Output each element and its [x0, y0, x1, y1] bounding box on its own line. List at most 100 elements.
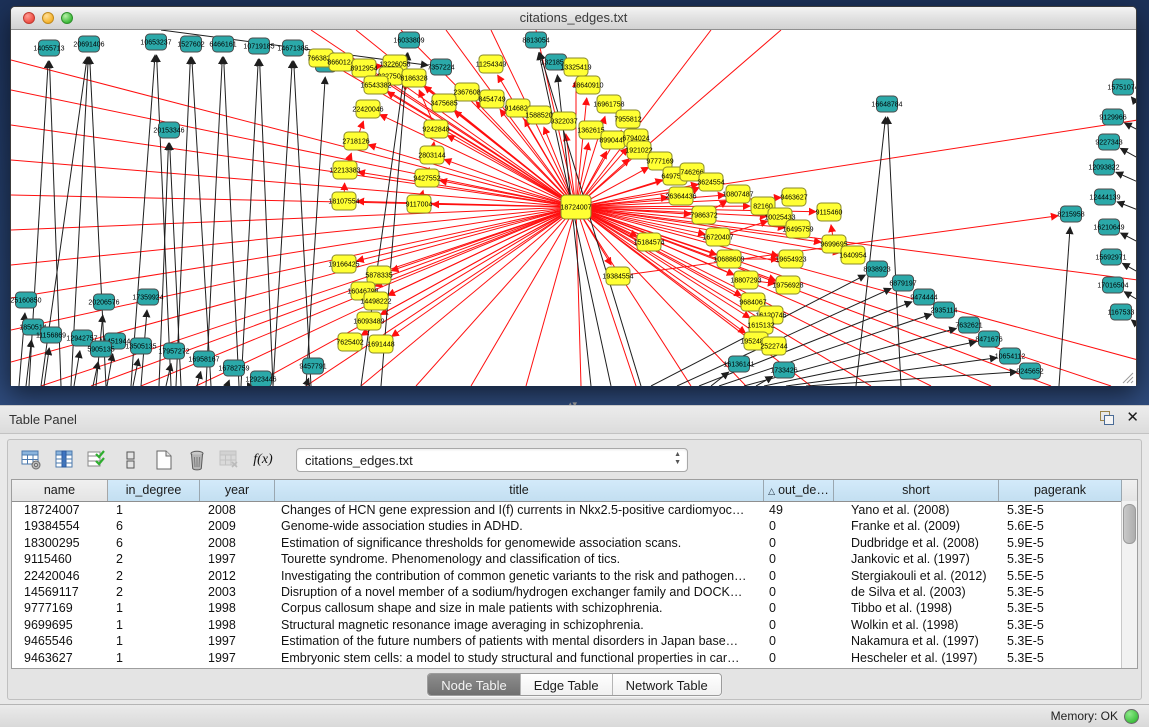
- graph-node[interactable]: 9115460: [816, 203, 843, 221]
- graph-node[interactable]: 14671385: [277, 40, 308, 56]
- table-row[interactable]: 911546021997Tourette syndrome. Phenomeno…: [12, 551, 1137, 567]
- graph-node[interactable]: 20691406: [73, 36, 104, 52]
- graph-node[interactable]: 19756928: [772, 276, 803, 294]
- table-row[interactable]: 969969511998Structural magnetic resonanc…: [12, 617, 1137, 633]
- graph-node[interactable]: 9242848: [422, 120, 449, 138]
- graph-node[interactable]: 1733426: [770, 362, 797, 378]
- graph-node[interactable]: 18807293: [730, 271, 761, 289]
- graph-node[interactable]: 1640954: [839, 246, 866, 264]
- graph-node[interactable]: 9117004: [406, 195, 433, 213]
- graph-node[interactable]: 5905135: [87, 341, 114, 357]
- graph-node[interactable]: 16495759: [782, 220, 813, 238]
- scrollbar-thumb[interactable]: [1123, 504, 1136, 544]
- row-height-icon[interactable]: [119, 449, 143, 471]
- graph-node[interactable]: 14498222: [360, 292, 391, 310]
- graph-node[interactable]: 8186328: [400, 69, 427, 87]
- memory-status-indicator[interactable]: [1124, 709, 1139, 724]
- resize-grip-icon[interactable]: [1120, 370, 1134, 384]
- graph-node[interactable]: 11254349: [476, 55, 507, 73]
- graph-node[interactable]: 8471676: [975, 331, 1002, 347]
- import-table-columns-icon[interactable]: [53, 449, 77, 471]
- graph-node[interactable]: 20153346: [153, 122, 184, 138]
- column-header-out_de[interactable]: △out_de…: [764, 480, 834, 501]
- graph-node[interactable]: 19166425: [328, 255, 359, 273]
- graph-node[interactable]: 5878335: [365, 266, 392, 284]
- graph-node[interactable]: 6879197: [889, 275, 916, 291]
- graph-node[interactable]: 12213383: [329, 161, 360, 179]
- graph-node[interactable]: 8912954: [350, 59, 377, 77]
- column-header-pagerank[interactable]: pagerank: [999, 480, 1122, 501]
- graph-node[interactable]: 18640910: [572, 76, 603, 94]
- graph-node[interactable]: 10719185: [243, 38, 274, 54]
- graph-node[interactable]: 2718126: [342, 132, 369, 150]
- delete-rows-icon[interactable]: [185, 449, 209, 471]
- graph-node[interactable]: 9129966: [1099, 109, 1126, 125]
- graph-node[interactable]: 9427552: [413, 169, 440, 187]
- graph-node[interactable]: 3624554: [697, 173, 724, 191]
- graph-node[interactable]: 19384554: [602, 267, 633, 285]
- graph-node[interactable]: 26364436: [665, 187, 696, 205]
- table-row[interactable]: 946362711997Embryonic stem cells: a mode…: [12, 650, 1137, 666]
- graph-node[interactable]: 14055713: [33, 40, 64, 56]
- graph-node[interactable]: 16720407: [702, 228, 733, 246]
- graph-node[interactable]: 2803144: [418, 146, 445, 164]
- vertical-scrollbar[interactable]: [1121, 501, 1137, 668]
- graph-node[interactable]: 7625402: [336, 333, 363, 351]
- graph-node[interactable]: 2367608: [453, 83, 480, 101]
- table-row[interactable]: 1456911722003Disruption of a novel membe…: [12, 584, 1137, 600]
- graph-node[interactable]: 16210649: [1093, 219, 1124, 235]
- graph-node[interactable]: 10688609: [713, 250, 744, 268]
- graph-node[interactable]: 6466161: [209, 36, 236, 52]
- tab-network-table[interactable]: Network Table: [612, 674, 721, 695]
- graph-node[interactable]: 18107554: [328, 192, 359, 210]
- graph-node[interactable]: 1615132: [747, 316, 774, 334]
- graph-node[interactable]: 7986372: [690, 206, 717, 224]
- graph-node[interactable]: 16543382: [360, 76, 391, 94]
- graph-node[interactable]: 7955812: [614, 110, 641, 128]
- network-canvas[interactable]: 1872400714055713206914061065323715276026…: [11, 30, 1136, 386]
- graph-node[interactable]: 9457791: [299, 358, 326, 374]
- graph-node[interactable]: 8215958: [1057, 206, 1084, 222]
- graph-node[interactable]: 16033809: [393, 32, 424, 48]
- graph-node[interactable]: 9463627: [780, 188, 807, 206]
- table-selector-dropdown[interactable]: citations_edges.txt ▲▼: [296, 448, 688, 472]
- graph-node[interactable]: 16136141: [723, 356, 754, 372]
- graph-node[interactable]: 16093489: [353, 312, 384, 330]
- graph-node[interactable]: 25160850: [11, 292, 42, 308]
- column-header-name[interactable]: name: [12, 480, 108, 501]
- graph-node[interactable]: 12093822: [1088, 159, 1119, 175]
- graph-node[interactable]: 2522744: [760, 337, 787, 355]
- column-header-year[interactable]: year: [200, 480, 275, 501]
- table-row[interactable]: 946554611997Estimation of the future num…: [12, 633, 1137, 649]
- graph-node[interactable]: 17016504: [1097, 277, 1128, 293]
- table-row[interactable]: 1938455462009Genome-wide association stu…: [12, 518, 1137, 534]
- graph-node[interactable]: 16648784: [871, 96, 902, 112]
- graph-node[interactable]: 8454749: [478, 90, 505, 108]
- graph-node[interactable]: 22420046: [352, 100, 383, 118]
- new-file-icon[interactable]: [152, 449, 176, 471]
- table-row[interactable]: 1872400712008Changes of HCN gene express…: [12, 502, 1137, 518]
- tab-node-table[interactable]: Node Table: [428, 674, 520, 695]
- graph-node[interactable]: 10807487: [722, 185, 753, 203]
- graph-node[interactable]: 2935114: [931, 302, 958, 318]
- graph-node[interactable]: 1691448: [367, 335, 394, 353]
- table-row[interactable]: 1830029562008Estimation of significance …: [12, 535, 1137, 551]
- graph-node[interactable]: 8813054: [522, 32, 549, 48]
- tab-edge-table[interactable]: Edge Table: [520, 674, 612, 695]
- graph-node[interactable]: 11156869: [36, 327, 66, 343]
- close-panel-icon[interactable]: ✕: [1126, 411, 1139, 425]
- function-builder-icon[interactable]: f(x): [251, 449, 275, 471]
- column-header-title[interactable]: title: [275, 480, 764, 501]
- graph-node[interactable]: 7357224: [427, 59, 454, 75]
- graph-node[interactable]: 9227343: [1095, 134, 1122, 150]
- new-table-icon[interactable]: [20, 449, 44, 471]
- graph-node[interactable]: 8938923: [863, 261, 890, 277]
- select-columns-icon[interactable]: [86, 449, 110, 471]
- float-panel-icon[interactable]: [1100, 411, 1114, 425]
- graph-node[interactable]: 19654923: [775, 250, 806, 268]
- graph-node[interactable]: 13325419: [560, 58, 591, 76]
- graph-node[interactable]: 9322037: [550, 112, 577, 130]
- graph-node[interactable]: 1527602: [177, 36, 204, 52]
- table-row[interactable]: 977716911998Corpus callosum shape and si…: [12, 600, 1137, 616]
- graph-node[interactable]: 7632621: [955, 317, 982, 333]
